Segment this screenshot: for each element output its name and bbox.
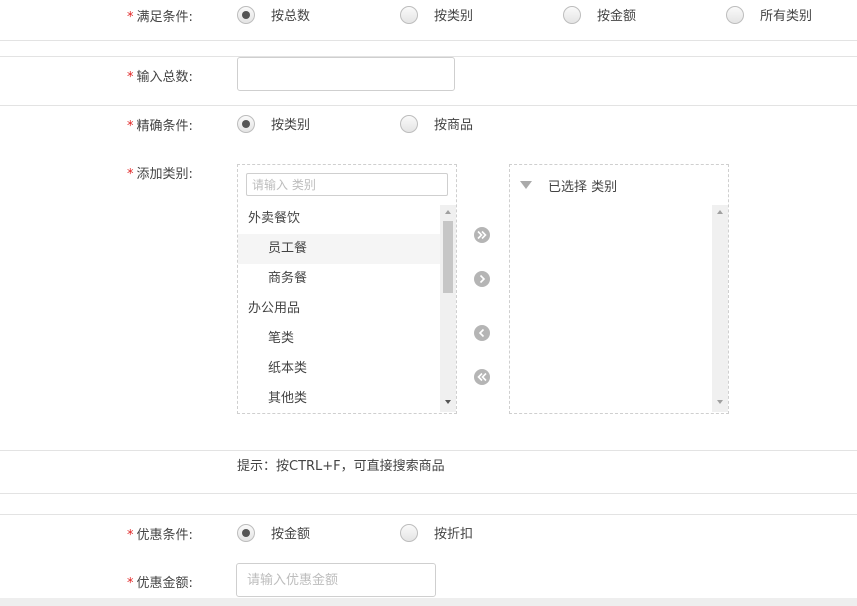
scroll-down-icon[interactable] [445, 400, 451, 404]
radio-discount-amount[interactable]: 按金额 [237, 523, 310, 542]
radio-satisfy-total[interactable]: 按总数 [237, 5, 310, 24]
discount-amount-label: * 优惠金额: [127, 576, 193, 591]
divider [0, 450, 857, 451]
tree-item-staff-meal[interactable]: 员工餐 [238, 234, 440, 264]
total-label: * 输入总数: [127, 70, 193, 85]
scroll-down-icon[interactable] [717, 400, 723, 404]
required-asterisk: * [127, 70, 134, 85]
selected-header: 已选择 类别 [548, 180, 618, 195]
radio-unchecked-icon[interactable] [563, 5, 581, 24]
tree-item-business-meal[interactable]: 商务餐 [238, 264, 440, 294]
selected-scrollbar[interactable] [712, 205, 728, 412]
category-selected-panel: 已选择 类别 [509, 164, 729, 414]
radio-unchecked-icon[interactable] [400, 5, 418, 24]
divider [0, 493, 857, 494]
satisfy-condition-label: * 满足条件: [127, 10, 193, 25]
bottom-bar [0, 598, 857, 606]
tree-item-others[interactable]: 其他类 [238, 384, 440, 413]
radio-unchecked-icon[interactable] [400, 523, 418, 542]
add-category-label: * 添加类别: [127, 167, 193, 182]
radio-checked-icon[interactable] [237, 5, 255, 24]
radio-satisfy-all[interactable]: 所有类别 [726, 5, 812, 24]
precise-condition-label: * 精确条件: [127, 119, 193, 134]
discount-condition-label: * 优惠条件: [127, 528, 193, 543]
source-scrollbar[interactable] [440, 205, 456, 412]
tree-item-takeout[interactable]: 外卖餐饮 [238, 204, 440, 234]
radio-precise-product[interactable]: 按商品 [400, 114, 473, 133]
radio-satisfy-category[interactable]: 按类别 [400, 5, 473, 24]
radio-unchecked-icon[interactable] [726, 5, 744, 24]
triangle-down-icon[interactable] [520, 181, 532, 189]
category-search-input[interactable] [246, 173, 448, 196]
scroll-up-icon[interactable] [445, 210, 451, 214]
double-chevron-right-icon [477, 230, 487, 240]
chevron-right-icon [479, 274, 486, 284]
divider [0, 105, 857, 106]
scroll-up-icon[interactable] [717, 210, 723, 214]
required-asterisk: * [127, 167, 134, 182]
radio-checked-icon[interactable] [237, 114, 255, 133]
divider [0, 514, 857, 515]
required-asterisk: * [127, 576, 134, 591]
category-tree: 外卖餐饮 员工餐 商务餐 办公用品 笔类 纸本类 其他类 [238, 204, 440, 413]
hint-text: 提示：按CTRL+F，可直接搜索商品 [237, 459, 445, 474]
required-asterisk: * [127, 528, 134, 543]
move-all-right-button[interactable] [474, 227, 490, 243]
tree-item-paper[interactable]: 纸本类 [238, 354, 440, 384]
discount-amount-input[interactable] [236, 563, 436, 597]
total-input[interactable] [237, 57, 455, 91]
divider [0, 40, 857, 41]
category-source-panel: 外卖餐饮 员工餐 商务餐 办公用品 笔类 纸本类 其他类 [237, 164, 457, 414]
tree-item-pens[interactable]: 笔类 [238, 324, 440, 354]
radio-discount-rate[interactable]: 按折扣 [400, 523, 473, 542]
chevron-left-icon [478, 328, 485, 338]
radio-satisfy-amount[interactable]: 按金额 [563, 5, 636, 24]
radio-precise-category[interactable]: 按类别 [237, 114, 310, 133]
double-chevron-left-icon [477, 372, 487, 382]
scroll-thumb[interactable] [443, 221, 453, 293]
required-asterisk: * [127, 10, 134, 25]
radio-unchecked-icon[interactable] [400, 114, 418, 133]
move-all-left-button[interactable] [474, 369, 490, 385]
required-asterisk: * [127, 119, 134, 134]
tree-item-office-supplies[interactable]: 办公用品 [238, 294, 440, 324]
move-left-button[interactable] [474, 325, 490, 341]
move-right-button[interactable] [474, 271, 490, 287]
radio-checked-icon[interactable] [237, 523, 255, 542]
